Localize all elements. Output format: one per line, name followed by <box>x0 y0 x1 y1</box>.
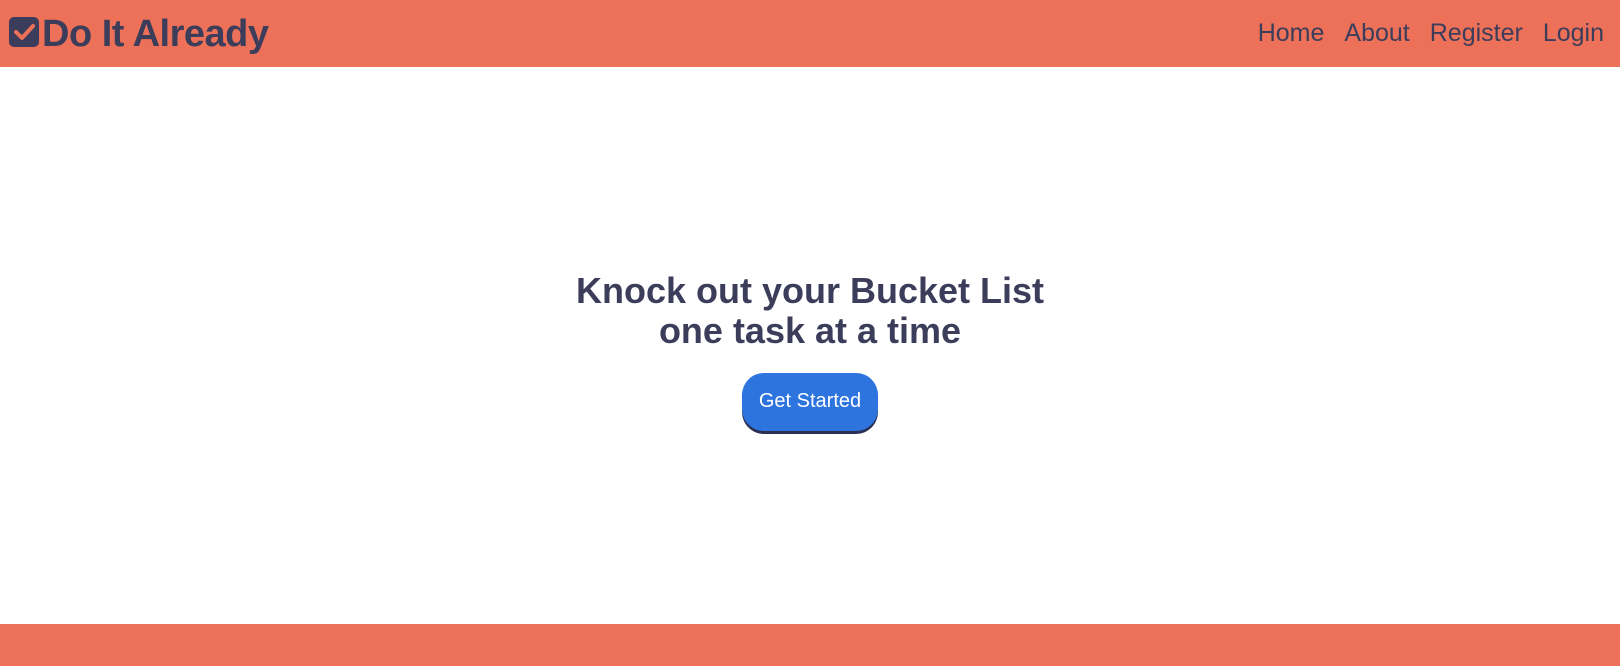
get-started-button[interactable]: Get Started <box>741 372 879 431</box>
hero-section: Knock out your Bucket List one task at a… <box>0 67 1620 624</box>
nav-link-register[interactable]: Register <box>1430 21 1523 46</box>
footer-bar <box>0 624 1620 666</box>
checkbox-checked-icon <box>8 16 40 48</box>
nav-link-login[interactable]: Login <box>1543 21 1604 46</box>
hero-title-line-2: one task at a time <box>658 309 962 351</box>
main-nav: Home About Register Login <box>1258 21 1604 46</box>
brand-name: Do It Already <box>42 12 269 55</box>
nav-link-about[interactable]: About <box>1344 21 1409 46</box>
hero-title: Knock out your Bucket List one task at a… <box>575 269 1045 351</box>
nav-link-home[interactable]: Home <box>1258 21 1325 46</box>
brand-link[interactable]: Do It Already <box>8 12 269 55</box>
hero-title-line-1: Knock out your Bucket List <box>575 269 1045 311</box>
top-navbar: Do It Already Home About Register Login <box>0 0 1620 67</box>
